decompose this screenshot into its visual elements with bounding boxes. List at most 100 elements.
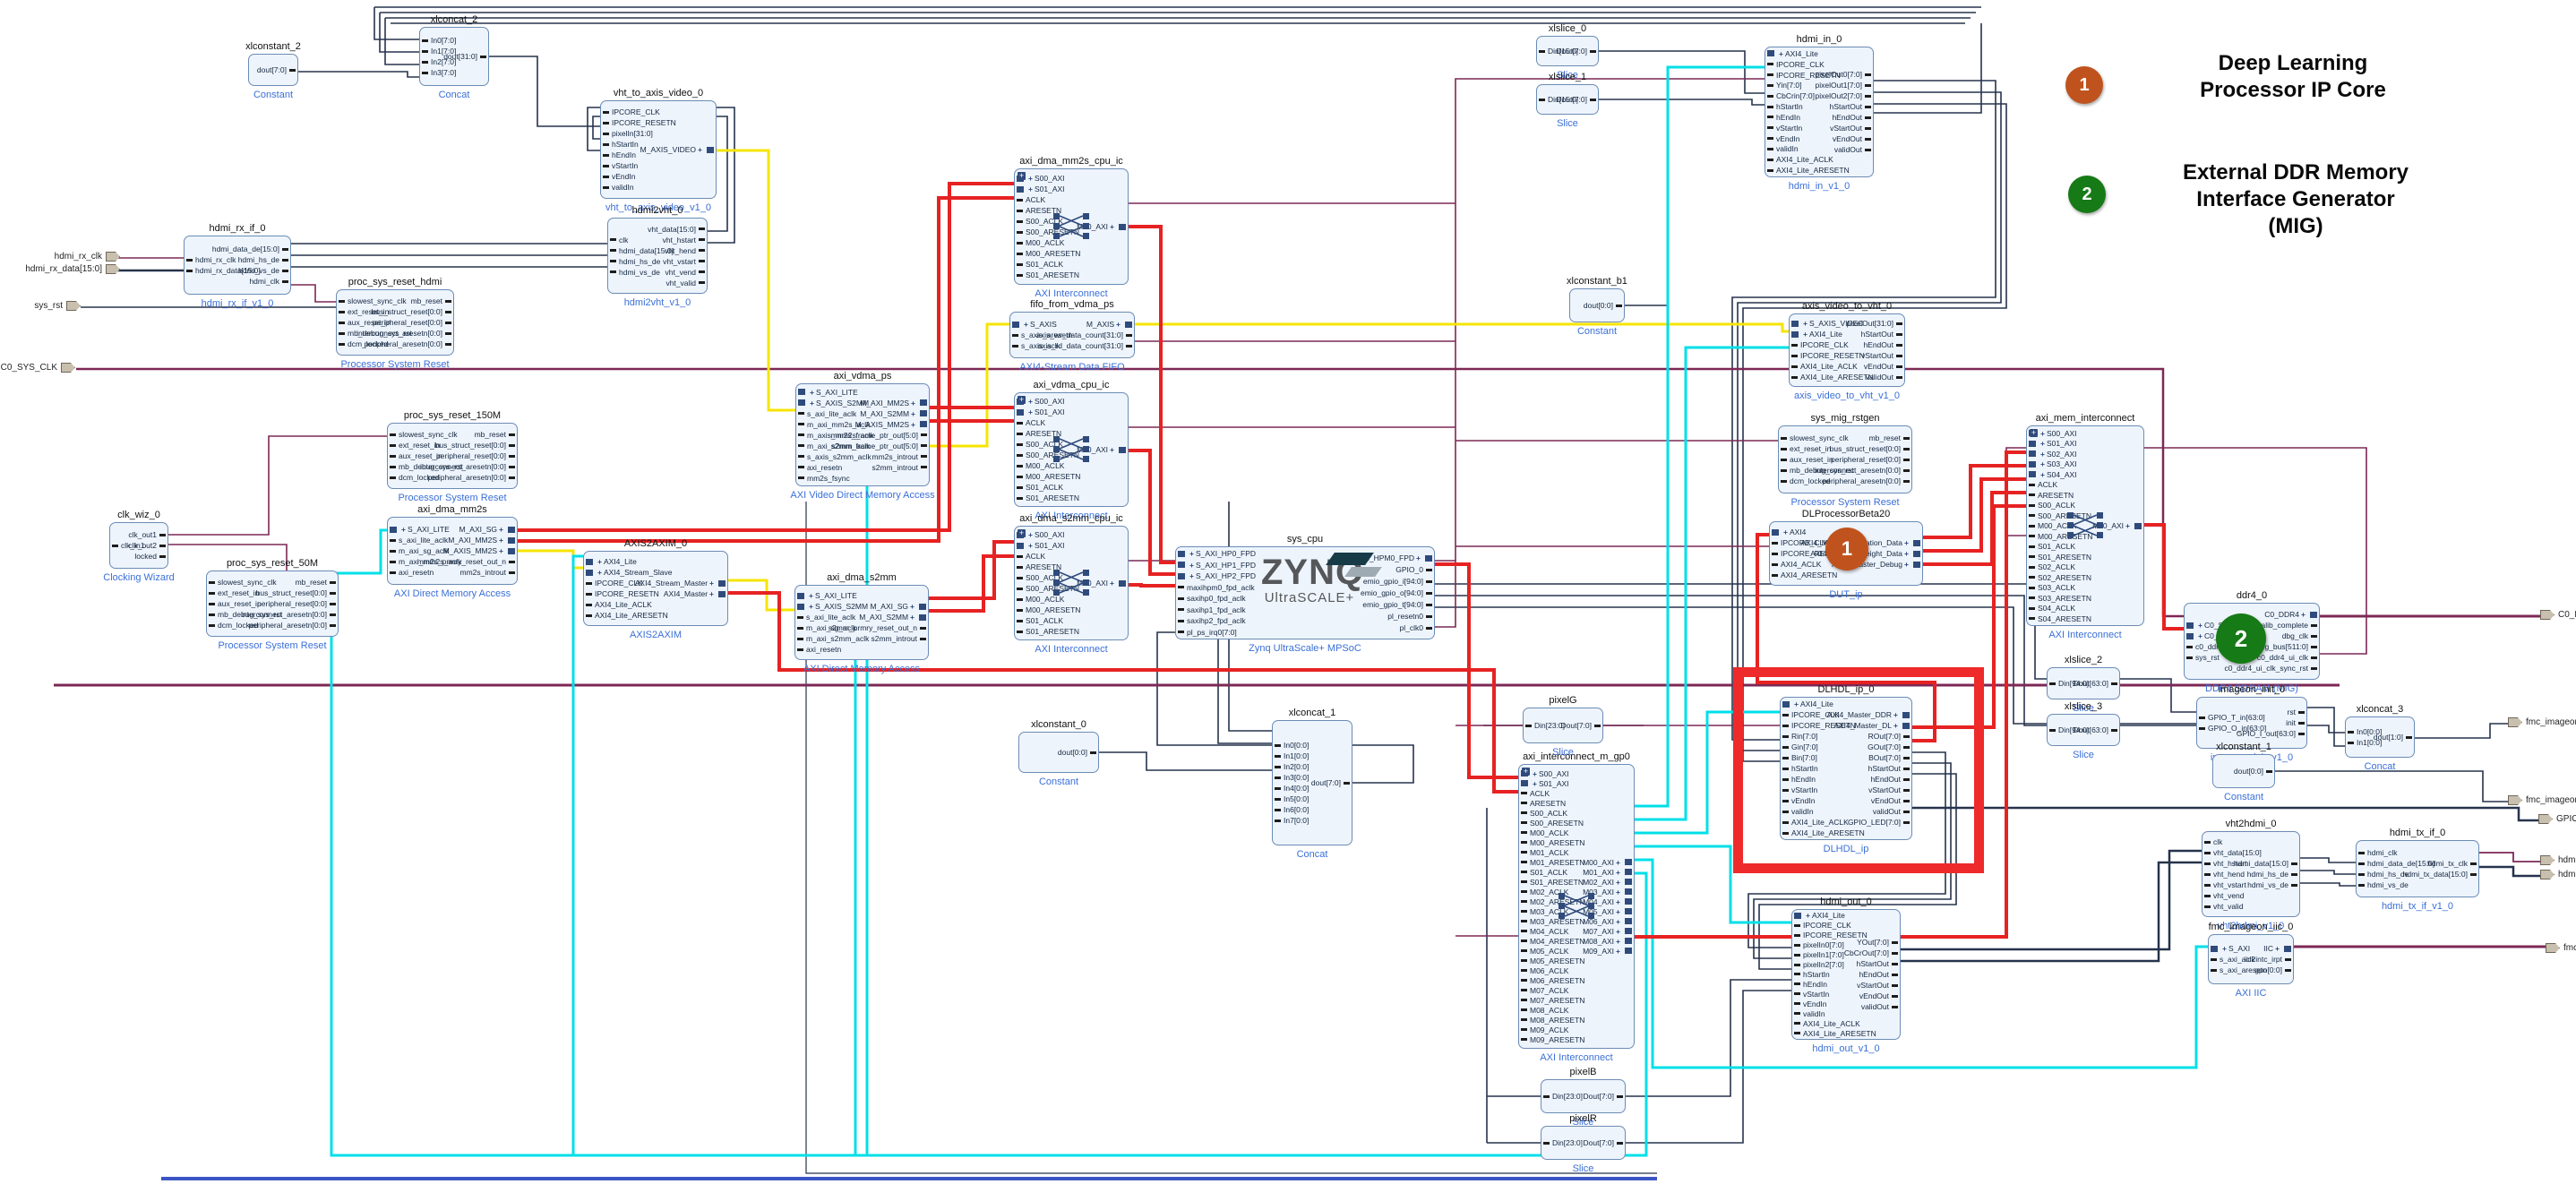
port-pin-icon[interactable] xyxy=(2049,729,2056,732)
port-mb_reset[interactable]: mb_reset xyxy=(475,429,515,440)
port-pin-icon[interactable] xyxy=(2311,635,2317,638)
port-pl_resetn0[interactable]: pl_resetn0 xyxy=(1387,611,1432,622)
port-pin-icon[interactable] xyxy=(1865,84,1871,87)
port-pin-icon[interactable] xyxy=(1767,137,1773,140)
port-hStartIn[interactable]: hStartIn xyxy=(1794,970,1830,980)
port-pin-icon[interactable] xyxy=(2284,946,2291,952)
port-mb_reset[interactable]: mb_reset xyxy=(1869,433,1910,443)
wire-navy[interactable] xyxy=(1599,99,1765,105)
port-pin-icon[interactable] xyxy=(390,527,397,533)
bus-expand-icon[interactable]: + xyxy=(1533,769,1537,778)
port-pin-icon[interactable] xyxy=(1794,964,1800,966)
port-Dout[63:0][interactable]: Dout[63:0] xyxy=(2074,678,2117,689)
port-vStartIn[interactable]: vStartIn xyxy=(603,160,638,171)
port-pin-icon[interactable] xyxy=(1767,84,1773,87)
port-pin-icon[interactable] xyxy=(1903,757,1910,759)
port-pin-icon[interactable] xyxy=(797,593,804,599)
port-pin-icon[interactable] xyxy=(1012,322,1019,328)
port-S01_ARESETN[interactable]: S01_ARESETN xyxy=(1017,493,1079,503)
port-pin-icon[interactable] xyxy=(586,604,592,606)
port-vht_valid[interactable]: vht_valid xyxy=(665,278,705,288)
port-M05_ACLK[interactable]: M05_ACLK xyxy=(1521,946,1568,956)
port-Yin[7:0][interactable]: Yin[7:0] xyxy=(1767,81,1802,91)
port-pin-icon[interactable] xyxy=(1896,376,1902,379)
port-pin-icon[interactable] xyxy=(1178,562,1185,568)
port-pin-icon[interactable] xyxy=(699,281,705,284)
port-pin-icon[interactable] xyxy=(1781,437,1787,440)
port-pin-icon[interactable] xyxy=(445,332,451,335)
port-pin-icon[interactable] xyxy=(1791,321,1799,327)
port-pin-icon[interactable] xyxy=(2029,493,2035,496)
port-pin-icon[interactable] xyxy=(2348,742,2354,744)
port-S01_AXI[interactable]: +S01_AXI xyxy=(1017,407,1065,417)
port-pin-icon[interactable] xyxy=(2111,729,2117,732)
block-proc_sys_reset_150M[interactable]: proc_sys_reset_150MProcessor System Rese… xyxy=(387,423,518,489)
wire-red[interactable] xyxy=(2144,525,2184,629)
port-M_AXIS_VIDEO[interactable]: +M_AXIS_VIDEO xyxy=(640,144,714,155)
port-pin-icon[interactable] xyxy=(1794,1002,1800,1005)
port-pin-icon[interactable] xyxy=(1178,620,1184,622)
port-pin-icon[interactable] xyxy=(921,444,927,447)
port-hdmi_vs_de[interactable]: hdmi_vs_de xyxy=(2247,879,2297,890)
port-vStartOut[interactable]: vStartOut xyxy=(1857,980,1898,991)
port-pin-icon[interactable] xyxy=(422,39,428,42)
port-clk_out1[interactable]: clk_out1 xyxy=(128,529,166,540)
block-xlconstant_1[interactable]: xlconstant_1Constantdout[0:0] xyxy=(2212,754,2275,788)
port-ARESETN[interactable]: ARESETN xyxy=(1521,798,1566,808)
external-port-GPIO_LED[7:0][interactable]: GPIO_LED[7:0] xyxy=(2538,814,2576,824)
port-pin-icon[interactable] xyxy=(1903,789,1910,792)
port-pin-icon[interactable] xyxy=(1521,792,1527,794)
port-Dout[7:0][interactable]: Dout[7:0] xyxy=(1557,46,1597,56)
port-M_AXI_S2MM[interactable]: +M_AXI_S2MM xyxy=(859,612,926,622)
external-port-sys_rst[interactable]: sys_rst xyxy=(34,301,81,311)
bus-expand-icon[interactable]: + xyxy=(1189,549,1194,558)
port-locked[interactable]: locked xyxy=(134,551,166,562)
port-pin-icon[interactable] xyxy=(1017,577,1023,579)
port-pin-icon[interactable] xyxy=(920,410,927,416)
port-pin-icon[interactable] xyxy=(1521,1008,1527,1011)
port-pin-icon[interactable] xyxy=(282,248,288,251)
port-pin-icon[interactable] xyxy=(1767,73,1773,76)
port-clk[interactable]: clk xyxy=(2204,837,2222,847)
bus-expand-icon[interactable]: + xyxy=(910,602,914,611)
port-hdmi_clk[interactable]: hdmi_clk xyxy=(2358,847,2398,858)
port-hEndOut[interactable]: hEndOut xyxy=(1870,774,1910,785)
port-pin-icon[interactable] xyxy=(2029,576,2035,579)
bus-expand-icon[interactable]: + xyxy=(1028,530,1033,539)
port-pin-icon[interactable] xyxy=(1590,99,1596,101)
port-pin-icon[interactable] xyxy=(282,270,288,272)
port-mb_reset[interactable]: mb_reset xyxy=(411,296,451,306)
port-pin-icon[interactable] xyxy=(1426,604,1432,606)
port-pin-icon[interactable] xyxy=(1794,944,1800,947)
port-pin-icon[interactable] xyxy=(1017,454,1023,457)
wire-yellow[interactable] xyxy=(518,551,583,568)
port-pin-icon[interactable] xyxy=(2029,545,2035,548)
bus-expand-icon[interactable]: + xyxy=(2040,439,2045,448)
port-pin-icon[interactable] xyxy=(2204,862,2211,865)
bus-expand-icon[interactable]: + xyxy=(2198,621,2202,630)
port-ACLK[interactable]: ACLK xyxy=(2029,479,2057,490)
port-pin-icon[interactable] xyxy=(1896,333,1902,336)
port-c0_ddr4_ui_clk_sync_rst[interactable]: c0_ddr4_ui_clk_sync_rst xyxy=(2224,663,2317,674)
port-pin-icon[interactable] xyxy=(1625,888,1632,895)
bus-expand-icon[interactable]: + xyxy=(809,602,813,611)
port-clk_out2[interactable]: clk_out2 xyxy=(128,540,166,551)
port-pin-icon[interactable] xyxy=(1119,447,1126,453)
port-hdmi_data_de[15:0][interactable]: hdmi_data_de[15:0] xyxy=(212,244,288,254)
bus-expand-icon[interactable]: + xyxy=(1533,779,1537,788)
bus-expand-icon[interactable]: + xyxy=(499,525,503,534)
port-pin-icon[interactable] xyxy=(1865,138,1871,141)
block-proc_sys_reset_hdmi[interactable]: proc_sys_reset_hdmiProcessor System Rese… xyxy=(336,289,454,356)
port-pin-icon[interactable] xyxy=(798,466,804,468)
port-pin-icon[interactable] xyxy=(1275,798,1281,801)
port-S03_AXI[interactable]: +S03_AXI xyxy=(2029,459,2077,469)
port-vht_data[15:0][interactable]: vht_data[15:0] xyxy=(648,224,705,235)
port-pin-icon[interactable] xyxy=(1521,1038,1527,1041)
block-AXIS2AXIM_0[interactable]: AXIS2AXIM_0AXIS2AXIM+AXI4_Lite+AXI4_Stre… xyxy=(583,551,728,626)
port-pin-icon[interactable] xyxy=(603,186,609,189)
port-pin-icon[interactable] xyxy=(1275,809,1281,811)
port-pin-icon[interactable] xyxy=(1782,725,1789,727)
bus-expand-icon[interactable]: + xyxy=(597,568,602,577)
port-vEndOut[interactable]: vEndOut xyxy=(1864,361,1902,372)
port-hdmi_vs_de[interactable]: hdmi_vs_de xyxy=(238,265,288,276)
